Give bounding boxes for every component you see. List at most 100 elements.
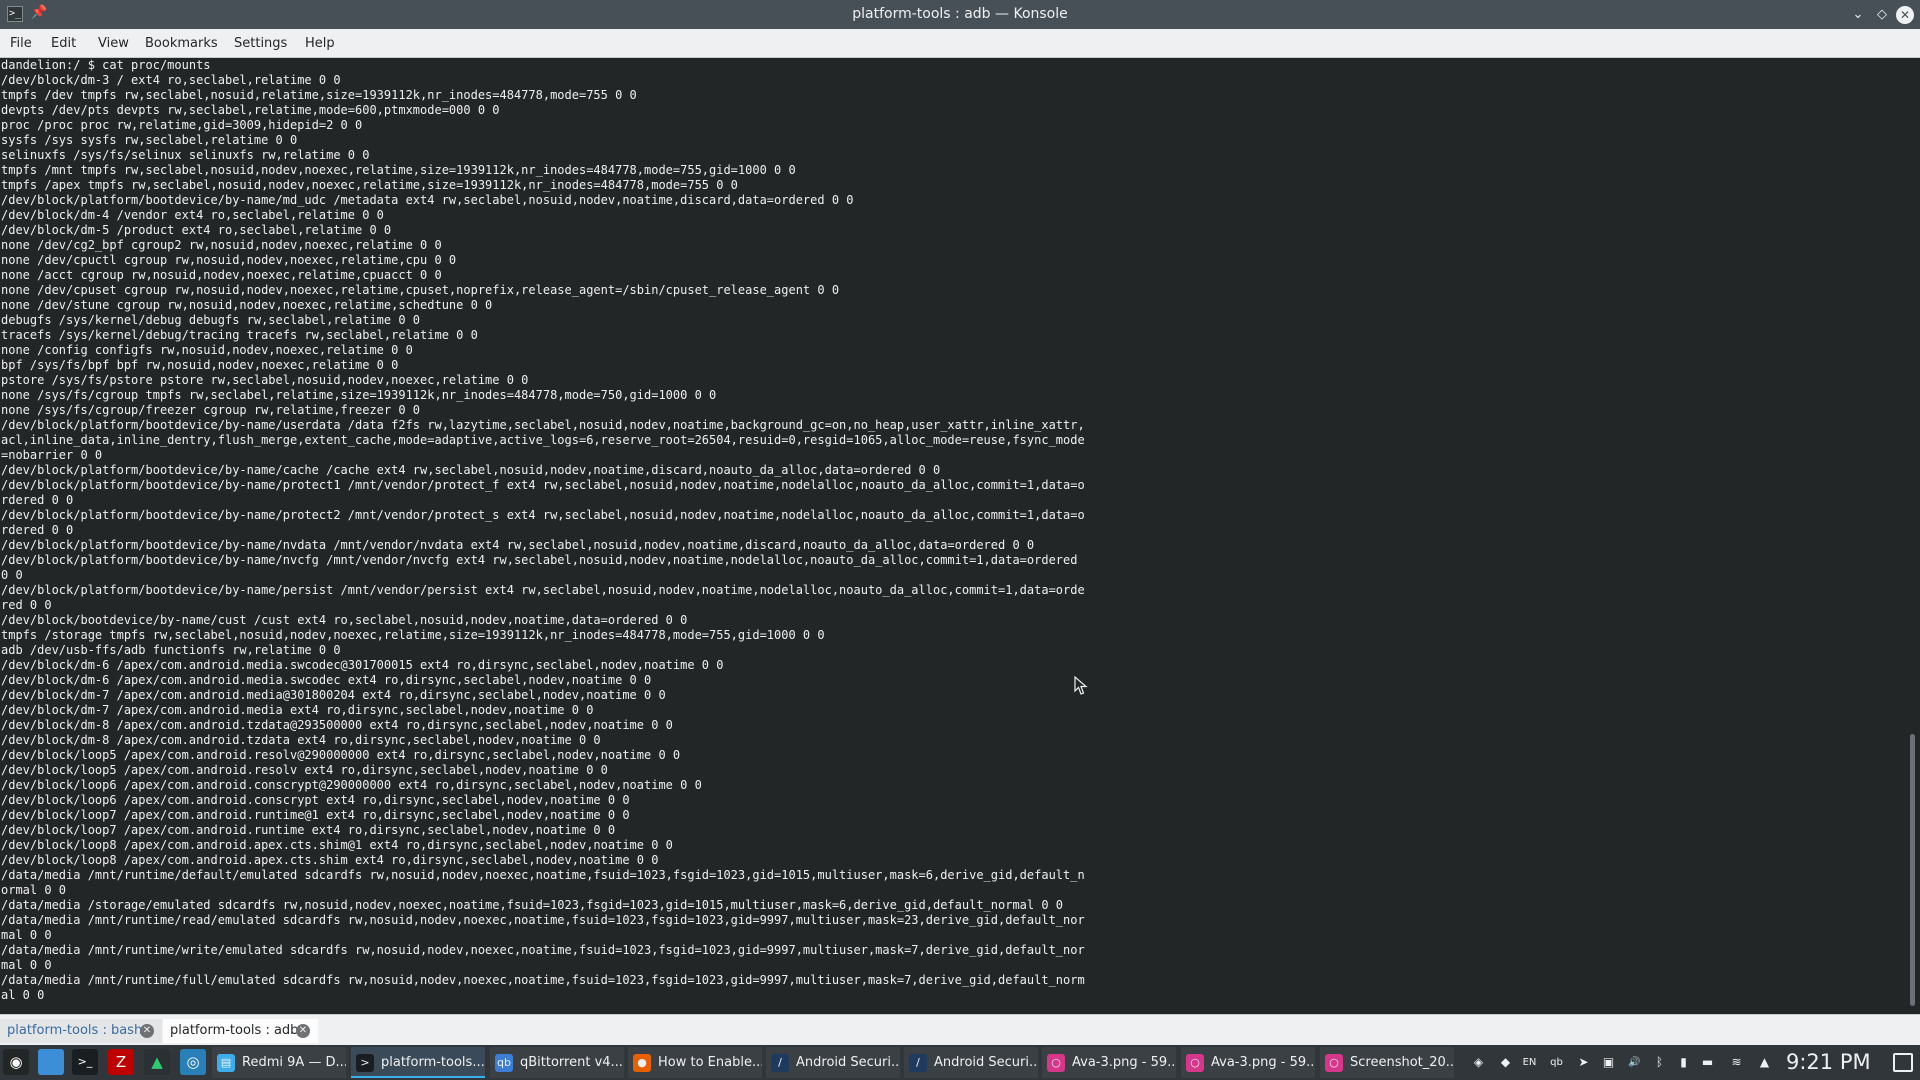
show-desktop-button[interactable] [1893,1053,1913,1072]
terminal-line: none /dev/cg2_bpf cgroup2 rw,nosuid,node… [1,238,442,252]
task-app-icon: ○ [1047,1054,1065,1072]
terminal-line: 0 0 [1,568,23,582]
task-app-icon: / [771,1054,789,1072]
terminal-line: adb /dev/usb-ffs/adb functionfs rw,relat… [1,643,341,657]
task-app-icon: qb [495,1054,513,1072]
terminal-line: none /dev/cpuctl cgroup rw,nosuid,nodev,… [1,253,457,267]
taskbar-task[interactable]: ● How to Enable... [628,1047,762,1078]
app-launcher-icon[interactable]: ◉ [3,1049,29,1075]
taskbar-task[interactable]: ▤ Redmi 9A — D... [212,1047,346,1078]
terminal-line: /dev/block/bootdevice/by-name/cust /cust… [1,613,688,627]
terminal-output[interactable]: dandelion:/ $ cat proc/mounts/dev/block/… [0,58,1906,1014]
task-label: Ava-3.png - 59... [1072,1055,1176,1070]
terminal-line: proc /proc proc rw,relatime,gid=3009,hid… [1,118,363,132]
task-label: platform-tools... [381,1055,485,1070]
clipboard-tray-icon[interactable]: ▣ [1600,1054,1617,1071]
terminal-launcher-icon[interactable]: >_ [72,1049,98,1075]
anydesk-tray-icon[interactable]: ◆ [1497,1054,1514,1071]
menu-settings[interactable]: Settings [234,29,287,58]
menu-edit[interactable]: Edit [51,29,76,58]
terminal-line: /dev/block/dm-5 /product ext4 ro,seclabe… [1,223,392,237]
terminal-line: pstore /sys/fs/pstore pstore rw,seclabel… [1,373,529,387]
terminal-line: none /dev/cpuset cgroup rw,nosuid,nodev,… [1,283,840,297]
tab-bar: platform-tools : bash ✕ platform-tools :… [0,1014,1920,1045]
terminal-line: /data/media /mnt/runtime/full/emulated s… [1,973,1085,987]
terminal-line: selinuxfs /sys/fs/selinux selinuxfs rw,r… [1,148,370,162]
flag-tray-icon[interactable]: ▬ [1699,1054,1716,1071]
taskbar-task[interactable]: qb qBittorrent v4.... [490,1047,624,1078]
terminal-line: /dev/block/dm-3 / ext4 ro,seclabel,relat… [1,73,341,87]
terminal-line: debugfs /sys/kernel/debug debugfs rw,sec… [1,313,421,327]
tab-adb[interactable]: platform-tools : adb ✕ [163,1019,318,1043]
task-label: Android Securi... [796,1055,900,1070]
terminal-line: bpf /sys/fs/bpf bpf rw,nosuid,nodev,noex… [1,358,399,372]
terminal-line: none /sys/fs/cgroup tmpfs rw,seclabel,re… [1,388,717,402]
task-label: Ava-3.png - 59... [1211,1055,1315,1070]
taskbar-task[interactable]: > platform-tools... [351,1047,485,1078]
taskbar: ◉ >_ Z ▲ ◎ ▤ Redmi 9A — D... > platform-tools..… [0,1045,1920,1080]
bluetooth-tray-icon[interactable]: ᛒ [1651,1054,1668,1071]
qbittorrent-tray-icon[interactable]: qb [1548,1054,1565,1071]
terminal-line: /dev/block/platform/bootdevice/by-name/u… [1,418,1085,432]
volume-tray-icon[interactable]: 🔊 [1626,1054,1643,1071]
terminal-line: /dev/block/dm-4 /vendor ext4 ro,seclabel… [1,208,384,222]
menu-file[interactable]: File [10,29,32,58]
keyboard-layout-tray-icon[interactable]: EN [1521,1054,1538,1071]
tab-bash[interactable]: platform-tools : bash ✕ [0,1019,162,1043]
taskbar-task[interactable]: ○ Ava-3.png - 59... [1042,1047,1176,1078]
security-tray-icon[interactable]: ◈ [1470,1054,1487,1071]
task-app-icon: ○ [1325,1054,1343,1072]
terminal-line: mal 0 0 [1,928,52,942]
task-label: Screenshot_20... [1350,1055,1454,1070]
terminal-line: /data/media /mnt/runtime/read/emulated s… [1,913,1085,927]
terminal-line: /dev/block/platform/bootdevice/by-name/n… [1,538,1035,552]
taskbar-task[interactable]: / Android Securi... [766,1047,900,1078]
menu-view[interactable]: View [98,29,129,58]
terminal-line: /dev/block/loop5 /apex/com.android.resol… [1,763,608,777]
web-browser-launcher-icon[interactable]: ◎ [180,1049,206,1075]
close-tab-icon[interactable]: ✕ [140,1024,154,1038]
task-label: How to Enable... [658,1055,762,1070]
clock[interactable]: 9:21 PM [1786,1045,1871,1080]
terminal-line: /dev/block/platform/bootdevice/by-name/p… [1,478,1085,492]
terminal-line: tmpfs /storage tmpfs rw,seclabel,nosuid,… [1,628,825,642]
tab-label: platform-tools : adb [170,1023,299,1038]
terminal-line: /dev/block/dm-6 /apex/com.android.media.… [1,658,724,672]
taskbar-task[interactable]: ○ Ava-3.png - 59... [1181,1047,1315,1078]
filezilla-launcher-icon[interactable]: Z [108,1049,134,1075]
menu-bookmarks[interactable]: Bookmarks [145,29,218,58]
terminal-line: /dev/block/platform/bootdevice/by-name/n… [1,553,1078,567]
desktop-pager-icon[interactable] [38,1049,64,1075]
close-tab-icon[interactable]: ✕ [296,1024,310,1038]
menu-help[interactable]: Help [305,29,335,58]
system-monitor-launcher-icon[interactable]: ▲ [144,1049,170,1075]
terminal-line: /dev/block/dm-8 /apex/com.android.tzdata… [1,718,673,732]
taskbar-task[interactable]: / Android Securi... [904,1047,1038,1078]
terminal-line: /data/media /storage/emulated sdcardfs r… [1,898,1064,912]
terminal-line: /dev/block/loop6 /apex/com.android.consc… [1,778,702,792]
telegram-tray-icon[interactable]: ➤ [1575,1054,1592,1071]
taskbar-task[interactable]: ○ Screenshot_20... [1320,1047,1454,1078]
scrollbar-thumb[interactable] [1910,734,1915,1006]
terminal-line: none /sys/fs/cgroup/freezer cgroup rw,re… [1,403,421,417]
tray-expand-icon[interactable]: ▲ [1756,1054,1773,1071]
terminal-line: /dev/block/dm-6 /apex/com.android.media.… [1,673,652,687]
terminal-line: /dev/block/loop8 /apex/com.android.apex.… [1,838,673,852]
terminal-line: tmpfs /apex tmpfs rw,seclabel,nosuid,nod… [1,178,738,192]
battery-tray-icon[interactable]: ▮ [1675,1054,1692,1071]
close-button[interactable]: ✕ [1896,6,1914,24]
title-bar[interactable]: >_ 📌 platform-tools : adb — Konsole ⌄ ◇ … [0,0,1920,29]
maximize-button[interactable]: ◇ [1873,6,1891,24]
minimize-button[interactable]: ⌄ [1849,6,1867,24]
terminal-line: none /config configfs rw,nosuid,nodev,no… [1,343,413,357]
wifi-tray-icon[interactable]: ≋ [1728,1054,1745,1071]
terminal-line: red 0 0 [1,598,52,612]
terminal-line: acl,inline_data,inline_dentry,flush_merg… [1,433,1085,447]
terminal-line: /dev/block/dm-7 /apex/com.android.media … [1,703,594,717]
terminal-line: devpts /dev/pts devpts rw,seclabel,relat… [1,103,500,117]
terminal-line: /dev/block/loop7 /apex/com.android.runti… [1,823,616,837]
terminal-scrollbar[interactable] [1906,58,1920,1014]
terminal-line: tmpfs /mnt tmpfs rw,seclabel,nosuid,node… [1,163,796,177]
task-label: Redmi 9A — D... [242,1055,346,1070]
terminal-line: /dev/block/platform/bootdevice/by-name/c… [1,463,941,477]
